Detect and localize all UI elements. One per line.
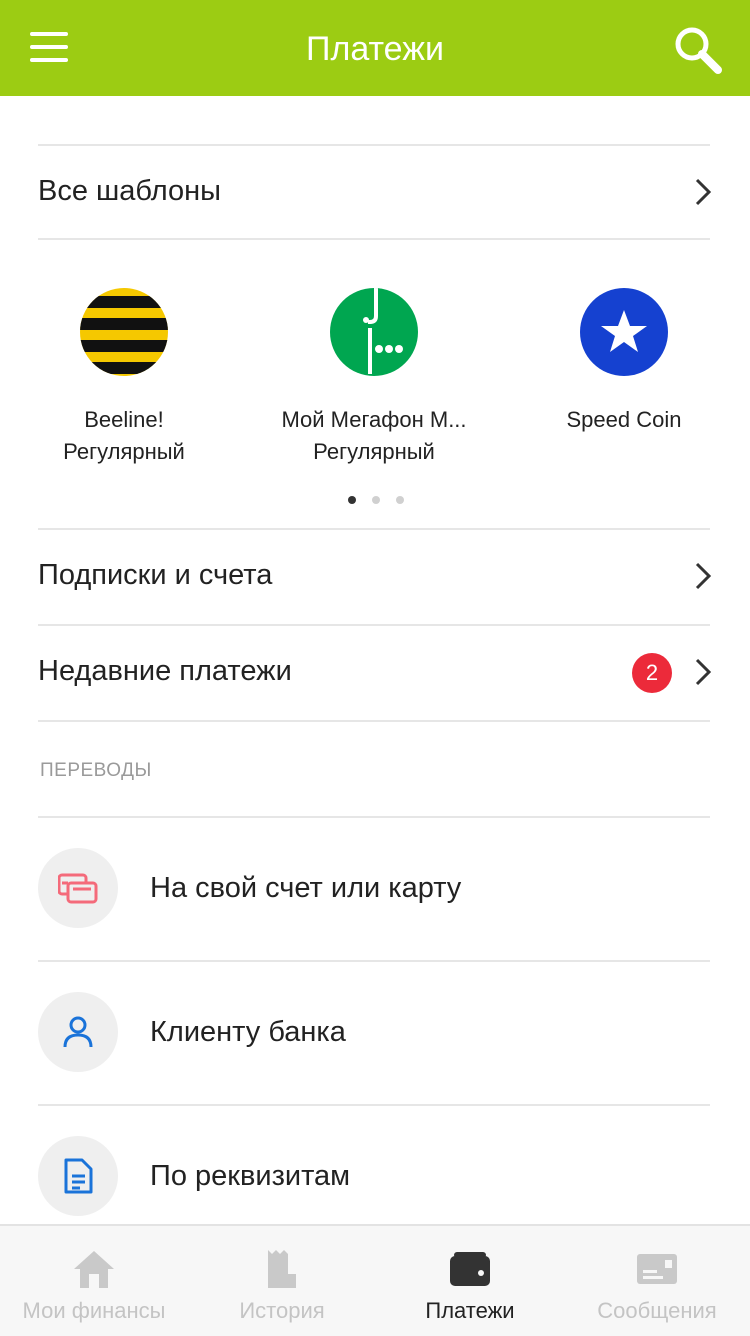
tab-label: Мои финансы bbox=[22, 1298, 166, 1323]
transfer-label: Клиенту банка bbox=[150, 1016, 346, 1048]
recent-payments-label: Недавние платежи bbox=[38, 655, 292, 687]
chevron-right-icon bbox=[695, 658, 712, 686]
template-name: Мой Мегафон М... Регулярный bbox=[281, 407, 467, 464]
bottom-tab-bar: Мои финансы История Платежи Сообщения bbox=[0, 1224, 750, 1336]
search-icon[interactable] bbox=[672, 24, 724, 76]
star-icon bbox=[580, 288, 668, 376]
tab-history[interactable]: История bbox=[188, 1226, 376, 1336]
transfer-label: На свой счет или карту bbox=[150, 872, 462, 904]
wallet-icon bbox=[450, 1252, 490, 1286]
page-title: Платежи bbox=[306, 30, 444, 68]
cards-icon bbox=[38, 848, 118, 928]
megafon-logo bbox=[330, 288, 418, 376]
template-name: Beeline! Регулярный bbox=[63, 407, 185, 464]
carousel-pager bbox=[0, 496, 750, 506]
tab-my-finances[interactable]: Мои финансы bbox=[0, 1226, 188, 1336]
tab-label: Платежи bbox=[425, 1298, 515, 1323]
pager-dot[interactable] bbox=[372, 496, 380, 504]
pager-dot[interactable] bbox=[396, 496, 404, 504]
transfers-section-title: ПЕРЕВОДЫ bbox=[40, 760, 152, 781]
transfer-bank-client[interactable]: Клиенту банка bbox=[0, 962, 750, 1102]
pager-dot[interactable] bbox=[348, 496, 356, 504]
template-name: Speed Coin bbox=[566, 407, 682, 432]
all-templates-label: Все шаблоны bbox=[38, 175, 221, 207]
notification-badge: 2 bbox=[632, 653, 672, 693]
document-icon bbox=[38, 1136, 118, 1216]
tab-label: Сообщения bbox=[597, 1298, 717, 1323]
chevron-right-icon bbox=[695, 178, 712, 206]
tab-label: История bbox=[239, 1298, 325, 1323]
payments-content: Все шаблоны Beeline! Регулярный Мой Мега… bbox=[0, 96, 750, 1224]
beeline-logo bbox=[80, 288, 168, 376]
divider bbox=[38, 720, 710, 722]
home-icon bbox=[74, 1251, 114, 1288]
person-icon bbox=[38, 992, 118, 1072]
all-templates-row[interactable]: Все шаблоны bbox=[0, 146, 750, 238]
subscriptions-label: Подписки и счета bbox=[38, 559, 273, 591]
transfer-own-account[interactable]: На свой счет или карту bbox=[0, 818, 750, 958]
tab-payments[interactable]: Платежи bbox=[376, 1226, 564, 1336]
app-header: Платежи bbox=[0, 0, 750, 96]
subscriptions-row[interactable]: Подписки и счета bbox=[0, 530, 750, 624]
tab-messages[interactable]: Сообщения bbox=[564, 1226, 750, 1336]
divider bbox=[38, 238, 710, 240]
transfer-by-details[interactable]: По реквизитам bbox=[0, 1106, 750, 1224]
chevron-right-icon bbox=[695, 562, 712, 590]
receipt-icon bbox=[268, 1250, 296, 1288]
recent-payments-row[interactable]: Недавние платежи 2 bbox=[0, 626, 750, 720]
message-icon bbox=[637, 1254, 677, 1284]
transfer-label: По реквизитам bbox=[150, 1160, 351, 1192]
